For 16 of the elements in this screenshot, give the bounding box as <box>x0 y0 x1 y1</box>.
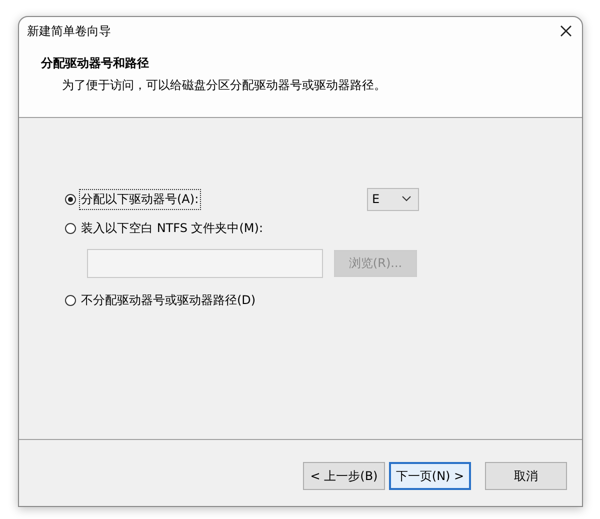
option-label[interactable]: 装入以下空白 NTFS 文件夹中(M): <box>79 218 266 239</box>
drive-letter-dropdown[interactable]: E <box>367 188 419 210</box>
option-label[interactable]: 分配以下驱动器号(A): <box>79 188 201 210</box>
page-description: 为了便于访问，可以给磁盘分区分配驱动器号或驱动器路径。 <box>62 77 387 94</box>
radio-button[interactable] <box>65 295 76 306</box>
cancel-button[interactable]: 取消 <box>485 462 567 490</box>
radio-button[interactable] <box>65 194 76 204</box>
radio-button[interactable] <box>65 223 76 234</box>
folder-path-field[interactable] <box>87 249 323 278</box>
chevron-icon <box>402 196 411 202</box>
page-heading: 分配驱动器号和路径 <box>41 55 150 72</box>
next-button[interactable]: 下一页(N) > <box>389 462 471 490</box>
back-button[interactable]: < 上一步(B) <box>303 462 385 490</box>
close-icon[interactable] <box>560 25 572 37</box>
window-title: 新建简单卷向导 <box>27 22 111 40</box>
option-label[interactable]: 不分配驱动器号或驱动器路径(D) <box>79 290 258 311</box>
